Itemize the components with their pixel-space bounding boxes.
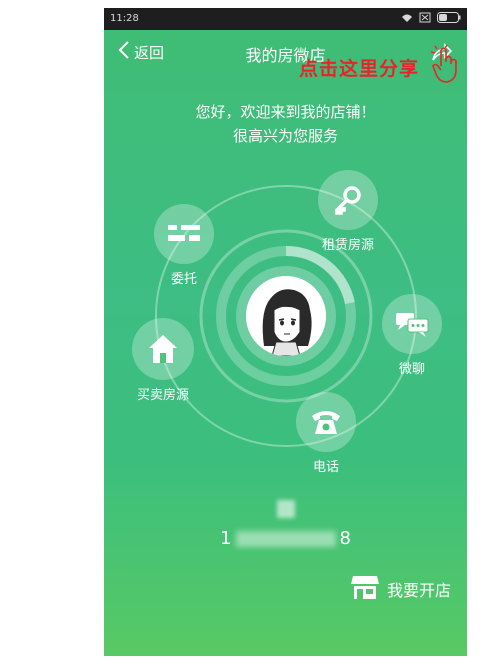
- greeting-line-1: 您好，欢迎来到我的店铺！: [195, 103, 376, 121]
- chat-label: 微聊: [398, 362, 425, 377]
- owner-phone-blur: [235, 531, 336, 547]
- house-icon: [132, 318, 194, 380]
- avatar[interactable]: [246, 276, 326, 356]
- owner-phone[interactable]: 18: [104, 528, 467, 549]
- rent-label: 租赁房源: [321, 238, 374, 253]
- chat-icon: [382, 294, 442, 354]
- shop-icon: [350, 574, 379, 604]
- greeting-line-2: 很高兴为您服务: [232, 127, 338, 145]
- owner-phone-prefix: 1: [220, 528, 232, 549]
- avatar-ring: [236, 266, 336, 366]
- status-bar: 11:28: [104, 8, 467, 30]
- pointing-hand-icon: [427, 44, 463, 88]
- owner-name: [104, 498, 467, 519]
- phone-icon: [296, 392, 356, 452]
- menu-chat[interactable]: 微聊: [382, 294, 442, 377]
- owner-phone-suffix: 8: [339, 528, 351, 549]
- menu-rent[interactable]: 租赁房源: [318, 170, 378, 253]
- sim-icon: [419, 12, 431, 23]
- entrust-label: 委托: [170, 272, 197, 287]
- menu-buy-sell[interactable]: 买卖房源: [132, 318, 194, 403]
- avatar-illustration-icon: [246, 276, 326, 356]
- menu-phone[interactable]: 电话: [296, 392, 356, 475]
- owner-name-blur: [276, 500, 295, 518]
- wifi-icon: [401, 13, 413, 23]
- entrust-icon: [154, 204, 214, 264]
- share-hint-annotation: 点击这里分享: [298, 58, 419, 80]
- open-shop-button[interactable]: 我要开店: [350, 574, 451, 604]
- open-shop-label: 我要开店: [386, 581, 451, 600]
- key-icon: [318, 170, 378, 230]
- buy-sell-label: 买卖房源: [136, 388, 189, 403]
- phone-label: 电话: [312, 460, 339, 475]
- status-icons: [401, 12, 461, 23]
- status-time: 11:28: [110, 13, 139, 24]
- greeting-text: 您好，欢迎来到我的店铺！ 很高兴为您服务: [104, 100, 467, 148]
- phone-screen: 11:28 返回 我的房微店 点击这里分享 您好，欢迎来到我的店铺！ 很高兴为您…: [104, 8, 467, 656]
- menu-entrust[interactable]: 委托: [154, 204, 214, 287]
- battery-icon: [437, 12, 461, 23]
